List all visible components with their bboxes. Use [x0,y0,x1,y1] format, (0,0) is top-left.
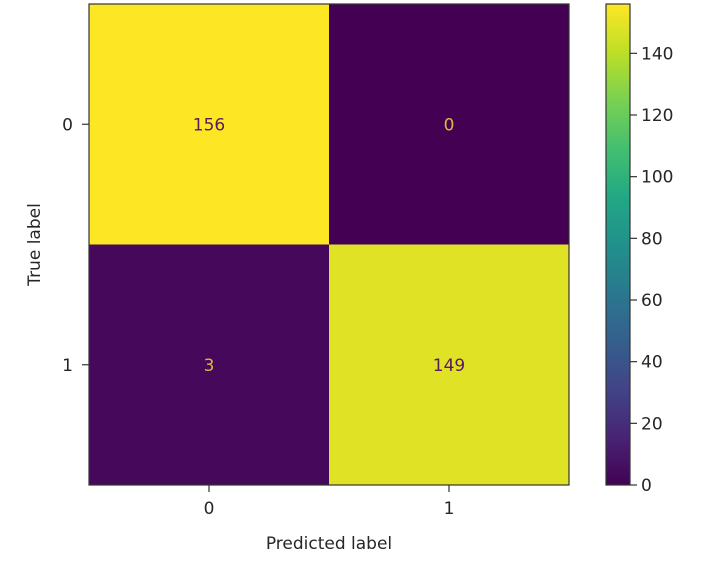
colorbar-tick-label: 0 [641,476,652,496]
y-tick-label: 1 [62,356,73,376]
colorbar-tick-label: 80 [641,229,663,249]
colorbar [605,3,631,486]
colorbar-tick-label: 20 [641,414,663,434]
confusion-matrix-chart: 156 03 149 01 01 Predicted label True labe… [25,3,673,554]
colorbar-tick-label: 100 [641,168,673,188]
colorbar-tick-label: 140 [641,44,673,64]
y-tick-label: 0 [62,115,73,135]
heatmap-cells [89,4,569,485]
x-axis-label: Predicted label [266,534,392,554]
cell-value-0-1: 0 [444,115,455,135]
colorbar-tick-label: 40 [641,353,663,373]
cell-value-1-0: 3 [204,356,215,376]
colorbar-tick-label: 60 [641,291,663,311]
y-axis-label: True label [25,203,45,287]
cell-value-0-0: 156 [193,115,225,135]
colorbar-ticks: 0 20 40 60 80 100 120 140 [630,44,673,496]
colorbar-tick-label: 120 [641,106,673,126]
y-axis-ticks: 01 [62,115,89,376]
x-axis-ticks: 01 [204,485,455,519]
x-tick-label: 0 [204,499,215,519]
cell-value-1-1: 149 [433,356,465,376]
x-tick-label: 1 [444,499,455,519]
